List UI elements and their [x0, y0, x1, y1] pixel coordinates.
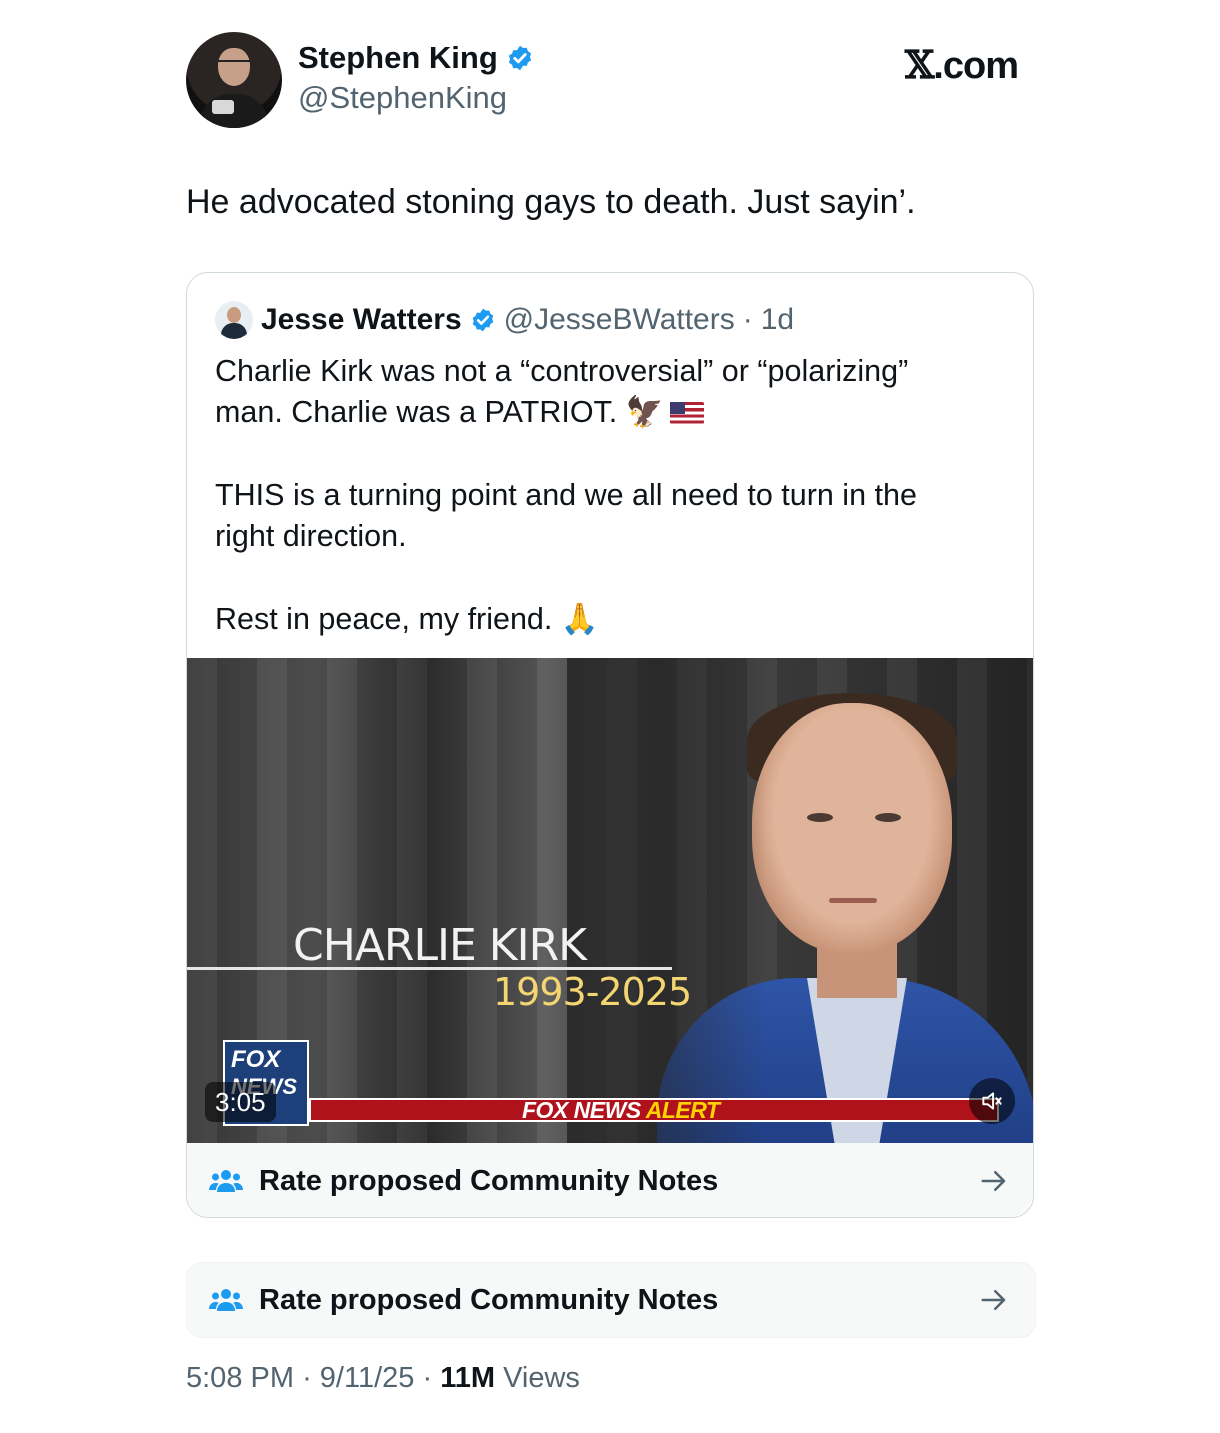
- quote-line-patriot: man. Charlie was a PATRIOT. 🦅: [215, 392, 1005, 433]
- fox-logo-top: FOX: [231, 1046, 281, 1073]
- views-count: 11M: [440, 1362, 496, 1394]
- meta-separator: ·: [422, 1362, 433, 1394]
- quote-separator: ·: [742, 303, 753, 336]
- quote-header: Jesse Watters @JesseBWatters · 1d: [215, 301, 794, 339]
- people-group-icon: [209, 1289, 243, 1311]
- verified-badge-icon: [508, 45, 531, 71]
- tweet-metadata: 5:08 PM · 9/11/25 · 11M Views: [186, 1362, 580, 1395]
- author-avatar[interactable]: [186, 32, 282, 128]
- tweet-header: Stephen King @StephenKing 𝕏.com: [186, 32, 1036, 128]
- community-notes-label: Rate proposed Community Notes: [259, 1283, 719, 1316]
- meta-separator: ·: [302, 1362, 312, 1394]
- verified-badge-icon: [472, 308, 493, 332]
- author-name[interactable]: Stephen King: [298, 40, 498, 76]
- video-timecode: 3:05: [205, 1082, 276, 1122]
- quote-author-name[interactable]: Jesse Watters: [261, 303, 462, 337]
- arrow-right-icon: [981, 1290, 1006, 1310]
- mute-button[interactable]: [969, 1078, 1015, 1124]
- people-group-icon: [209, 1170, 243, 1192]
- alert-word: ALERT: [645, 1097, 720, 1123]
- quote-line-text: man. Charlie was a PATRIOT. 🦅: [215, 395, 664, 429]
- quote-avatar[interactable]: [215, 301, 253, 339]
- community-notes-row[interactable]: Rate proposed Community Notes: [186, 1262, 1036, 1338]
- video-media[interactable]: CHARLIE KIRK 1993-2025 FOX NEWS FOX NEWS…: [187, 658, 1033, 1143]
- views-label: Views: [503, 1362, 580, 1394]
- quote-age[interactable]: 1d: [761, 303, 794, 337]
- quote-line: THIS is a turning point and we all need …: [215, 478, 917, 512]
- alert-prefix: FOX NEWS: [522, 1097, 641, 1123]
- tweet-time[interactable]: 5:08 PM: [186, 1362, 294, 1394]
- author-handle[interactable]: @StephenKing: [298, 80, 507, 116]
- speaker-muted-icon: [982, 1092, 1002, 1110]
- tribute-years: 1993-2025: [493, 970, 692, 1014]
- us-flag-icon: [669, 402, 704, 424]
- quote-community-notes-row[interactable]: Rate proposed Community Notes: [187, 1143, 1033, 1217]
- tribute-name: CHARLIE KIRK: [293, 920, 587, 971]
- quote-line: right direction.: [215, 519, 407, 553]
- quoted-tweet[interactable]: Jesse Watters @JesseBWatters · 1d Charli…: [186, 272, 1034, 1218]
- quote-text: Charlie Kirk was not a “controversial” o…: [215, 351, 1005, 640]
- news-alert-text: FOX NEWS ALERT: [522, 1097, 720, 1124]
- quote-line: Charlie Kirk was not a “controversial” o…: [215, 354, 909, 388]
- x-logo-suffix: .com: [933, 45, 1019, 87]
- community-notes-label: Rate proposed Community Notes: [259, 1164, 719, 1197]
- author-name-row: Stephen King: [298, 40, 534, 76]
- quote-author-handle[interactable]: @JesseBWatters: [504, 303, 735, 337]
- tweet-text: He advocated stoning gays to death. Just…: [186, 183, 916, 221]
- arrow-right-icon: [981, 1171, 1006, 1191]
- x-logo: 𝕏.com: [904, 42, 1019, 88]
- tweet-date[interactable]: 9/11/25: [320, 1362, 415, 1394]
- quote-line: Rest in peace, my friend. 🙏: [215, 602, 599, 636]
- x-logo-icon: 𝕏: [904, 42, 935, 87]
